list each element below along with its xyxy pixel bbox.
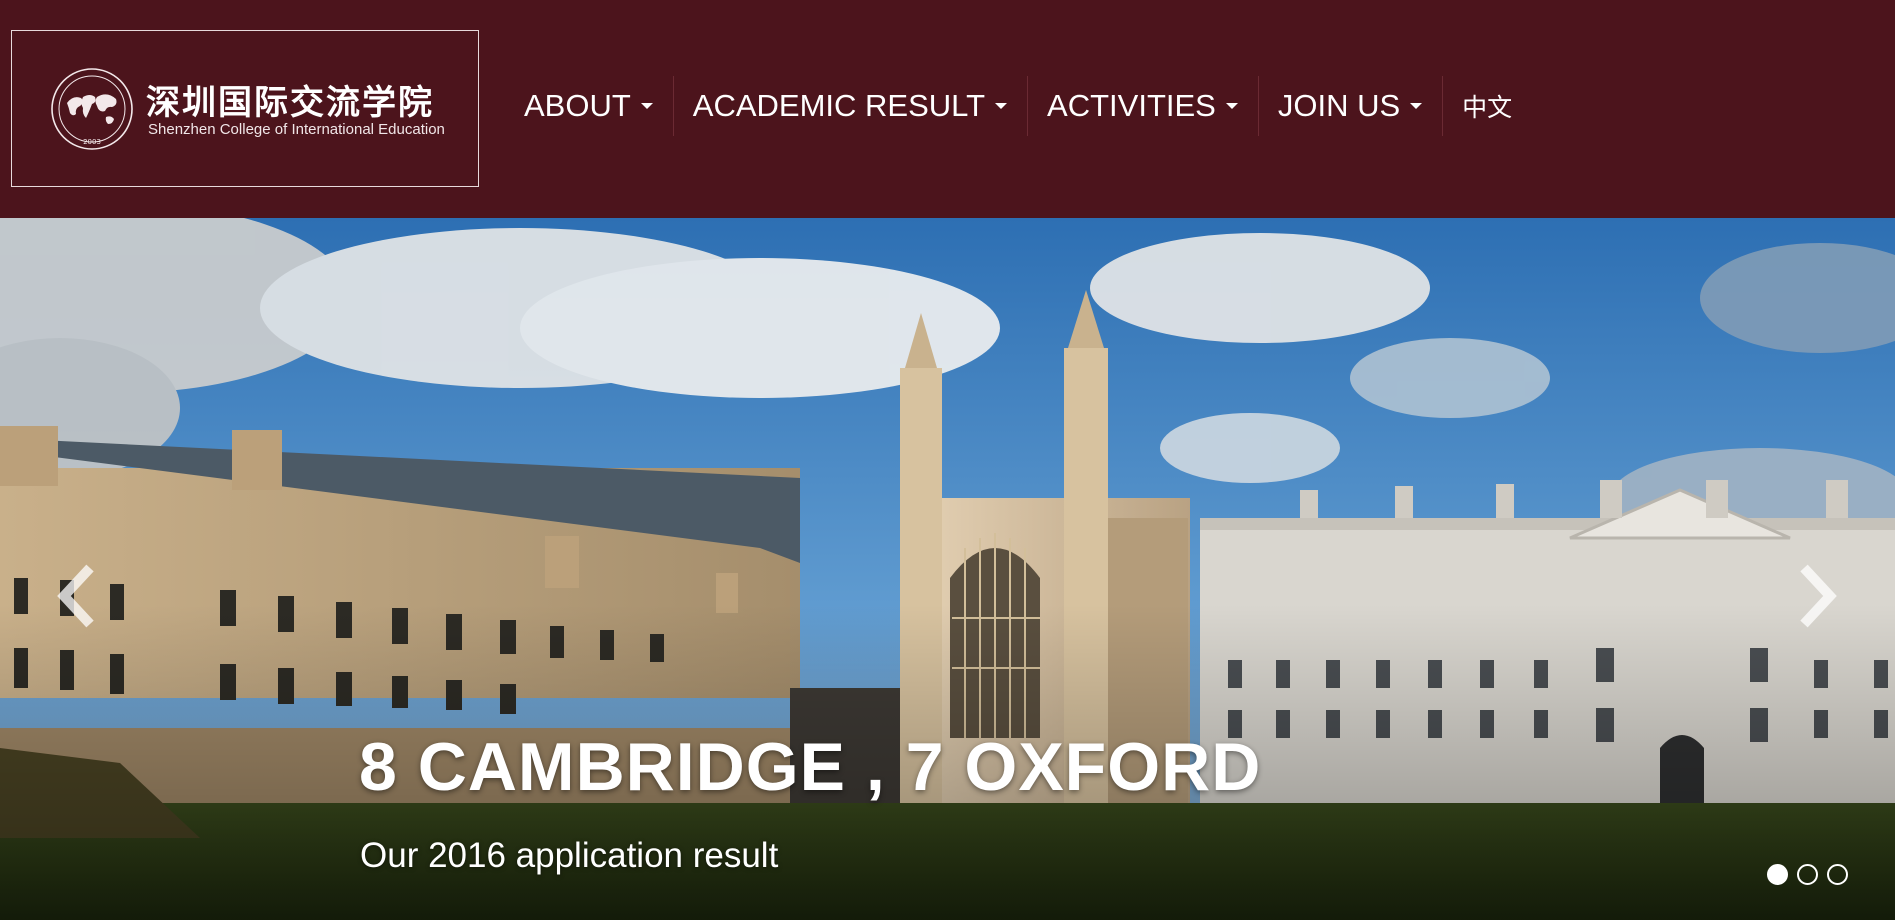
caret-down-icon	[995, 103, 1008, 109]
nav-item-label: ABOUT	[524, 88, 631, 123]
main-nav: ABOUT ACADEMIC RESULT ACTIVITIES JOIN US…	[505, 76, 1532, 136]
nav-item-join-us[interactable]: JOIN US	[1259, 76, 1442, 136]
carousel-dot-3[interactable]	[1827, 864, 1848, 885]
brand-name-cn: 深圳国际交流学院	[146, 83, 434, 123]
hero-subtitle: Our 2016 application result	[360, 836, 779, 875]
caret-down-icon	[1410, 103, 1423, 109]
logo[interactable]: 2003 深圳国际交流学院 Shenzhen College of Intern…	[11, 30, 479, 187]
hero-photo	[0, 218, 1895, 920]
globe-seal-icon: 2003	[51, 68, 133, 150]
chevron-right-icon	[1800, 564, 1837, 628]
carousel-dot-1[interactable]	[1767, 864, 1788, 885]
seal-year: 2003	[83, 138, 101, 146]
carousel-indicators	[1767, 864, 1848, 885]
caret-down-icon	[640, 103, 653, 109]
nav-item-label: ACTIVITIES	[1047, 88, 1216, 123]
carousel-next-button[interactable]	[1786, 556, 1846, 636]
hero-headline: 8 CAMBRIDGE , 7 OXFORD	[359, 729, 1262, 805]
nav-item-label: ACADEMIC RESULT	[692, 88, 986, 123]
site-header: 2003 深圳国际交流学院 Shenzhen College of Intern…	[0, 0, 1895, 218]
caret-down-icon	[1225, 103, 1238, 109]
nav-item-academic-result[interactable]: ACADEMIC RESULT	[674, 76, 1027, 136]
nav-item-activities[interactable]: ACTIVITIES	[1028, 76, 1258, 136]
language-switch[interactable]: 中文	[1443, 76, 1532, 136]
hero-carousel: 8 CAMBRIDGE , 7 OXFORD Our 2016 applicat…	[0, 218, 1895, 920]
nav-item-label: JOIN US	[1277, 88, 1401, 123]
nav-item-about[interactable]: ABOUT	[505, 76, 673, 136]
brand-name-en: Shenzhen College of International Educat…	[148, 121, 445, 138]
carousel-dot-2[interactable]	[1797, 864, 1818, 885]
chevron-left-icon	[57, 564, 94, 628]
carousel-prev-button[interactable]	[48, 556, 108, 636]
